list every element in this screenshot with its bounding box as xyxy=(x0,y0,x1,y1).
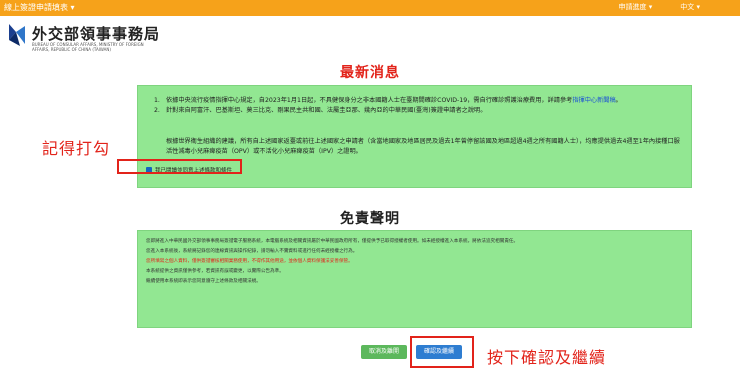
news-item-body: 針對來自阿富汗、巴基斯坦、莫三比克、剛果民主共和國、法屬圭亞那、幾內亞的中華民國… xyxy=(166,106,487,114)
annotation-confirm: 按下確認及繼續 xyxy=(487,348,607,367)
bureau-emblem-icon xyxy=(9,24,25,46)
news-title: 最新消息 xyxy=(340,65,400,81)
news-list: 1. 依據中央流行疫情指揮中心規定，自2023年1月1日起，不具健保身分之非本國… xyxy=(154,96,684,115)
news-item-text: 依據中央流行疫情指揮中心規定，自2023年1月1日起，不具健保身分之非本國籍人士… xyxy=(166,96,622,106)
news-item: 2. 針對來自阿富汗、巴基斯坦、莫三比克、剛果民主共和國、法屬圭亞那、幾內亞的中… xyxy=(154,106,684,116)
disclaimer-paragraph: 繼續使用本系統即表示您同意遵守上述條款及相關法規。 xyxy=(146,279,261,284)
disclaimer-paragraph: 您所填寫之個人資料，僅供簽證審核相關業務使用，不得作其他用途，並依個人資料保護法… xyxy=(146,259,353,264)
top-bar: 線上簽證申請填表 ▾ 申請進度 ▾ 中文 ▾ xyxy=(0,0,740,16)
disclaimer-panel: 您即將進入中華民國外交部領事事務局簽證電子服務系統，本電腦系統及相關資訊屬於中華… xyxy=(137,230,692,328)
news-item-body: 依據中央流行疫情指揮中心規定，自2023年1月1日起，不具健保身分之非本國籍人士… xyxy=(166,97,573,104)
site-logo[interactable]: 外交部領事事務局 BUREAU OF CONSULAR AFFAIRS, MIN… xyxy=(6,22,176,58)
highlight-box xyxy=(117,159,242,174)
disclaimer-paragraph: 您進入本系統後，系統將記錄您的連線資訊與操作紀錄，請勿輸入不實資料或進行任何未經… xyxy=(146,249,358,254)
news-item-number: 1. xyxy=(154,97,160,104)
progress-menu[interactable]: 申請進度 ▾ xyxy=(619,2,653,12)
annotation-check: 記得打勾 xyxy=(42,139,111,158)
news-paragraph: 根據世界衛生組織的建議，所有自上述國家返臺或前往上述國家之申請者（含當地國家及地… xyxy=(166,138,680,155)
cancel-button[interactable]: 取消及離開 xyxy=(361,345,407,359)
disclaimer-title: 免責聲明 xyxy=(340,211,400,227)
highlight-box xyxy=(410,336,474,368)
disclaimer-paragraph: 本系統提供之資訊僅供參考，若資訊有誤或變更，以實際公告為準。 xyxy=(146,269,284,274)
topbar-right: 申請進度 ▾ 中文 ▾ xyxy=(619,2,701,12)
bureau-name: 外交部領事事務局 xyxy=(32,25,161,43)
news-item: 1. 依據中央流行疫情指揮中心規定，自2023年1月1日起，不具健保身分之非本國… xyxy=(154,96,684,106)
news-item-end: 。 xyxy=(615,97,622,104)
service-menu[interactable]: 線上簽證申請填表 ▾ xyxy=(4,2,75,13)
disclaimer-paragraph: 您即將進入中華民國外交部領事事務局簽證電子服務系統，本電腦系統及相關資訊屬於中華… xyxy=(146,239,519,244)
cdc-press-link[interactable]: 指揮中心新聞稿 xyxy=(572,97,615,104)
language-menu[interactable]: 中文 ▾ xyxy=(680,2,700,12)
news-item-number: 2. xyxy=(154,106,160,114)
bureau-english-2: AFFAIRS, REPUBLIC OF CHINA (TAIWAN) xyxy=(32,47,111,52)
